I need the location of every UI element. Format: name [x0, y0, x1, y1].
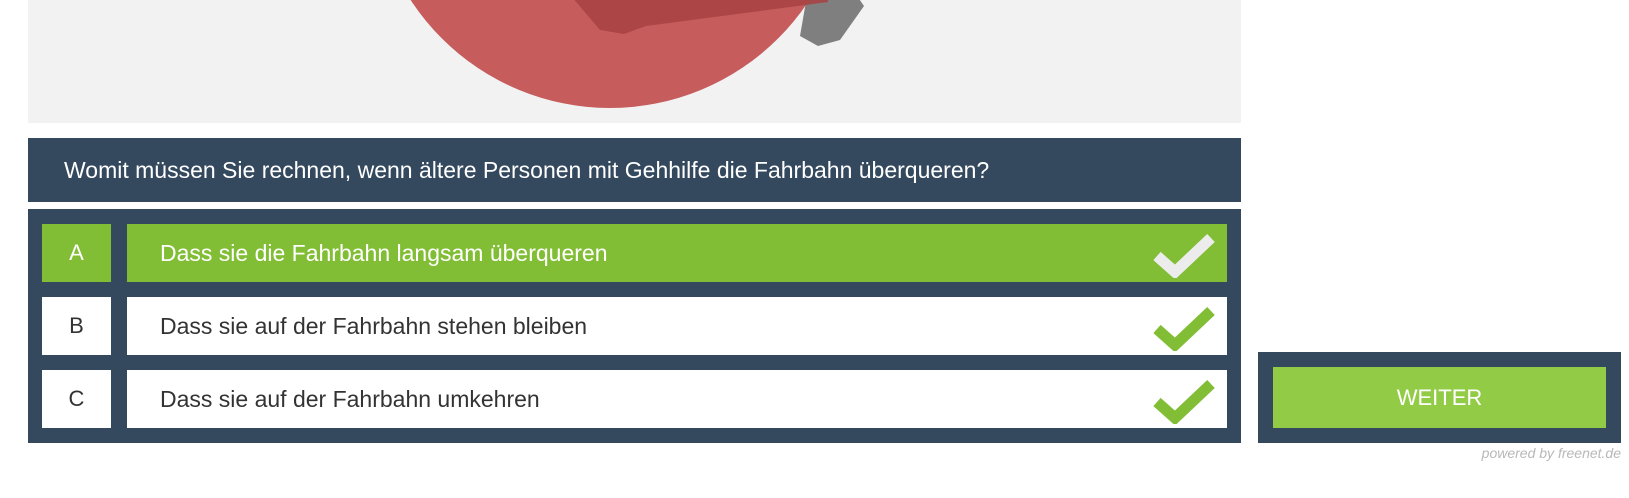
answer-letter: B — [42, 297, 111, 355]
answer-option-c[interactable]: C Dass sie auf der Fahrbahn umkehren — [42, 370, 1227, 428]
answer-list: A Dass sie die Fahrbahn langsam überquer… — [28, 209, 1241, 443]
check-icon — [1153, 234, 1215, 278]
answer-text: Dass sie auf der Fahrbahn umkehren — [160, 386, 540, 412]
answer-option-a[interactable]: A Dass sie die Fahrbahn langsam überquer… — [42, 224, 1227, 282]
question-text: Womit müssen Sie rechnen, wenn ältere Pe… — [28, 138, 1241, 202]
question-image — [28, 0, 1241, 123]
check-icon — [1153, 380, 1215, 424]
traffic-sign-illustration — [410, 0, 864, 108]
answer-text: Dass sie die Fahrbahn langsam überqueren — [160, 240, 608, 266]
weiter-panel: WEITER — [1258, 352, 1621, 443]
answer-letter: A — [42, 224, 111, 282]
answer-text-box[interactable]: Dass sie die Fahrbahn langsam überqueren — [127, 224, 1227, 282]
answer-text-box[interactable]: Dass sie auf der Fahrbahn stehen bleiben — [127, 297, 1227, 355]
answer-text: Dass sie auf der Fahrbahn stehen bleiben — [160, 313, 588, 339]
answer-letter: C — [42, 370, 111, 428]
sign-shadow — [800, 0, 864, 46]
answer-option-b[interactable]: B Dass sie auf der Fahrbahn stehen bleib… — [42, 297, 1227, 355]
quiz-page: Womit müssen Sie rechnen, wenn ältere Pe… — [0, 0, 1629, 498]
check-icon — [1153, 307, 1215, 351]
answer-text-box[interactable]: Dass sie auf der Fahrbahn umkehren — [127, 370, 1227, 428]
powered-by-text: powered by freenet.de — [1481, 445, 1621, 461]
weiter-button[interactable]: WEITER — [1273, 367, 1606, 428]
